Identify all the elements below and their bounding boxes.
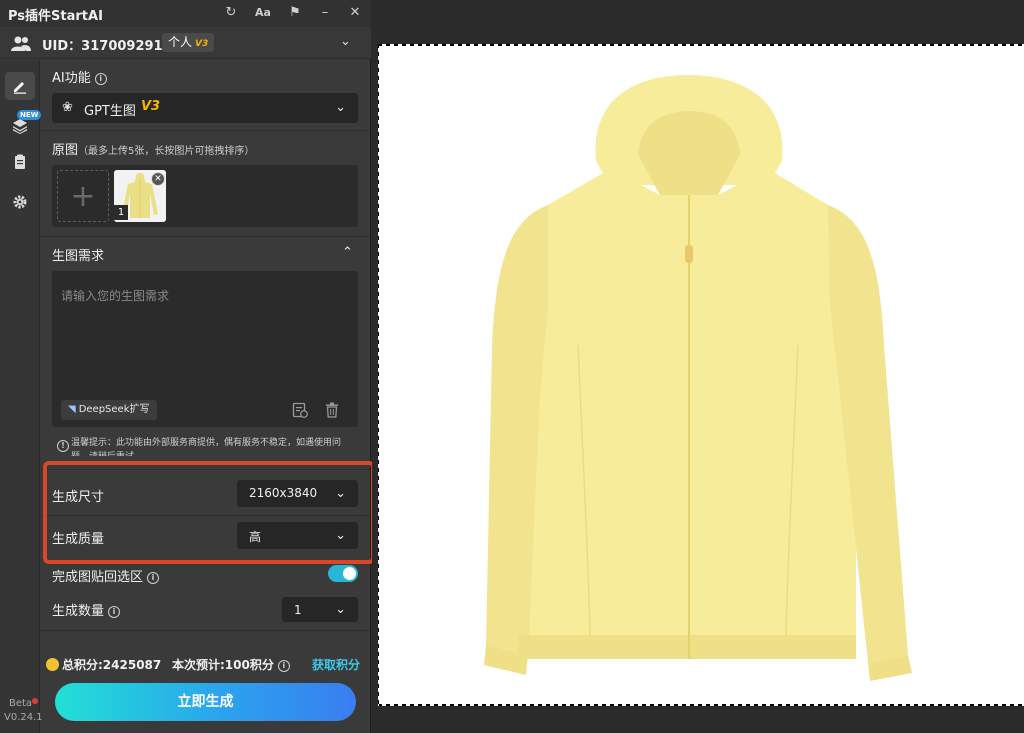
original-image-heading: 原图（最多上传5张，长按图片可拖拽排序） bbox=[52, 139, 254, 158]
thumbnail-order-number: 1 bbox=[114, 205, 128, 220]
paste-back-label: 完成图贴回选区 bbox=[52, 570, 144, 585]
count-heading: 生成数量 i bbox=[52, 600, 121, 619]
count-label: 生成数量 bbox=[52, 604, 105, 619]
deepseek-label: DeepSeek扩写 bbox=[78, 404, 150, 415]
paste-back-toggle[interactable] bbox=[328, 565, 358, 582]
title-bar: Ps插件StartAI ↻ Aa ⚑ – ✕ bbox=[0, 0, 371, 27]
close-icon[interactable]: ✕ bbox=[345, 4, 365, 22]
info-icon[interactable]: i bbox=[108, 606, 121, 618]
estimated-cost-text: 本次预计:100积分 bbox=[172, 658, 274, 672]
chevron-down-icon: ⌄ bbox=[335, 601, 346, 617]
users-icon bbox=[11, 36, 31, 51]
gear-icon bbox=[13, 195, 27, 209]
divider bbox=[40, 130, 370, 131]
yellow-hoodie-jacket-image bbox=[378, 45, 1024, 705]
plan-tier: V3 bbox=[195, 39, 209, 49]
plan-name: 个人 bbox=[168, 35, 193, 49]
info-icon[interactable]: i bbox=[94, 73, 107, 85]
selection-marquee bbox=[378, 44, 1024, 46]
trash-icon[interactable] bbox=[325, 402, 339, 418]
service-tip-text: 温馨提示：此功能由外部服务商提供，偶有服务不稳定，如遇使用问题，请稍后重试 bbox=[71, 438, 342, 456]
deepseek-expand-button[interactable]: ◥ DeepSeek扩写 bbox=[61, 400, 157, 420]
info-icon[interactable]: i bbox=[277, 660, 290, 672]
uid-label: UID：317009291 bbox=[42, 39, 163, 54]
paste-back-heading: 完成图贴回选区 i bbox=[52, 566, 160, 585]
chevron-up-icon[interactable]: ⌃ bbox=[342, 245, 353, 260]
divider bbox=[40, 630, 370, 631]
new-badge: NEW bbox=[17, 110, 42, 120]
deepseek-whale-icon: ◥ bbox=[68, 404, 76, 415]
toggle-knob bbox=[343, 567, 356, 580]
sidebar-settings-button[interactable] bbox=[5, 188, 35, 216]
size-label: 生成尺寸 bbox=[52, 490, 105, 505]
tip-info-icon: ! bbox=[57, 440, 69, 452]
quality-value: 高 bbox=[249, 530, 262, 544]
info-icon[interactable]: i bbox=[147, 572, 160, 584]
chevron-down-icon: ⌄ bbox=[335, 99, 346, 115]
openai-logo-icon: ❀ bbox=[62, 100, 73, 115]
selection-marquee bbox=[378, 44, 379, 706]
selection-marquee bbox=[378, 704, 1024, 706]
refresh-icon[interactable]: ↻ bbox=[221, 4, 241, 22]
divider bbox=[41, 469, 370, 470]
quality-label: 生成质量 bbox=[52, 532, 105, 547]
ai-model-name: GPT生图 bbox=[84, 104, 136, 119]
ai-model-tier: V3 bbox=[141, 99, 161, 114]
add-image-button[interactable]: + bbox=[57, 170, 109, 222]
font-size-icon[interactable]: Aa bbox=[253, 4, 273, 22]
prompt-history-icon[interactable] bbox=[292, 402, 308, 418]
original-image-hint: （最多上传5张，长按图片可拖拽排序） bbox=[78, 146, 255, 157]
prompt-box: ◥DeepSeek扩写 bbox=[52, 271, 358, 427]
layers-icon bbox=[13, 119, 27, 134]
sidebar-records-button[interactable] bbox=[5, 148, 35, 176]
ai-function-heading: AI功能 i bbox=[52, 67, 107, 86]
size-value: 2160x3840 bbox=[249, 486, 318, 500]
generate-button[interactable]: 立即生成 bbox=[55, 683, 356, 721]
app-title: Ps插件StartAI bbox=[8, 9, 103, 24]
remove-image-icon[interactable]: ✕ bbox=[151, 172, 165, 186]
document-canvas[interactable] bbox=[378, 45, 1024, 705]
sidebar-edit-button[interactable] bbox=[5, 72, 35, 100]
pin-icon[interactable]: ⚑ bbox=[285, 4, 305, 22]
count-value: 1 bbox=[294, 603, 302, 617]
size-select[interactable]: 2160x3840 ⌄ bbox=[237, 480, 358, 507]
prompt-heading: 生图需求 bbox=[52, 249, 105, 264]
plan-badge: 个人 V3 bbox=[162, 33, 215, 52]
user-dropdown-chevron-icon[interactable]: ⌄ bbox=[340, 34, 351, 49]
total-points: 总积分:2425087 bbox=[62, 658, 162, 672]
points-row: 总积分:2425087 本次预计:100积分 i 获取积分 bbox=[44, 655, 366, 673]
beta-label: Beta bbox=[9, 698, 33, 709]
image-upload-area: + 1 ✕ bbox=[52, 165, 358, 227]
quality-select[interactable]: 高 ⌄ bbox=[237, 522, 358, 549]
notification-dot bbox=[32, 698, 38, 704]
user-bar: UID：317009291 个人 V3 ⌄ bbox=[0, 28, 371, 59]
pencil-icon bbox=[14, 82, 26, 94]
version-label: V0.24.1 bbox=[4, 712, 43, 723]
ai-function-label: AI功能 bbox=[52, 71, 91, 86]
minimize-icon[interactable]: – bbox=[315, 4, 335, 22]
startai-plugin-panel: Ps插件StartAI ↻ Aa ⚑ – ✕ UID：317009291 个人 V… bbox=[0, 0, 375, 733]
coin-icon bbox=[46, 658, 59, 671]
ai-model-select[interactable]: ❀ GPT生图 V3 ⌄ bbox=[52, 93, 358, 123]
divider bbox=[41, 515, 370, 516]
get-points-link[interactable]: 获取积分 bbox=[312, 656, 360, 673]
divider bbox=[40, 236, 370, 237]
prompt-input[interactable] bbox=[52, 271, 358, 391]
clipboard-icon bbox=[15, 154, 25, 169]
estimated-cost: 本次预计:100积分 i bbox=[172, 656, 290, 673]
sidebar: NEW bbox=[0, 60, 42, 733]
chevron-down-icon: ⌄ bbox=[335, 485, 346, 501]
count-select[interactable]: 1 ⌄ bbox=[282, 597, 358, 622]
original-image-label: 原图 bbox=[52, 143, 79, 158]
chevron-down-icon: ⌄ bbox=[335, 527, 346, 543]
